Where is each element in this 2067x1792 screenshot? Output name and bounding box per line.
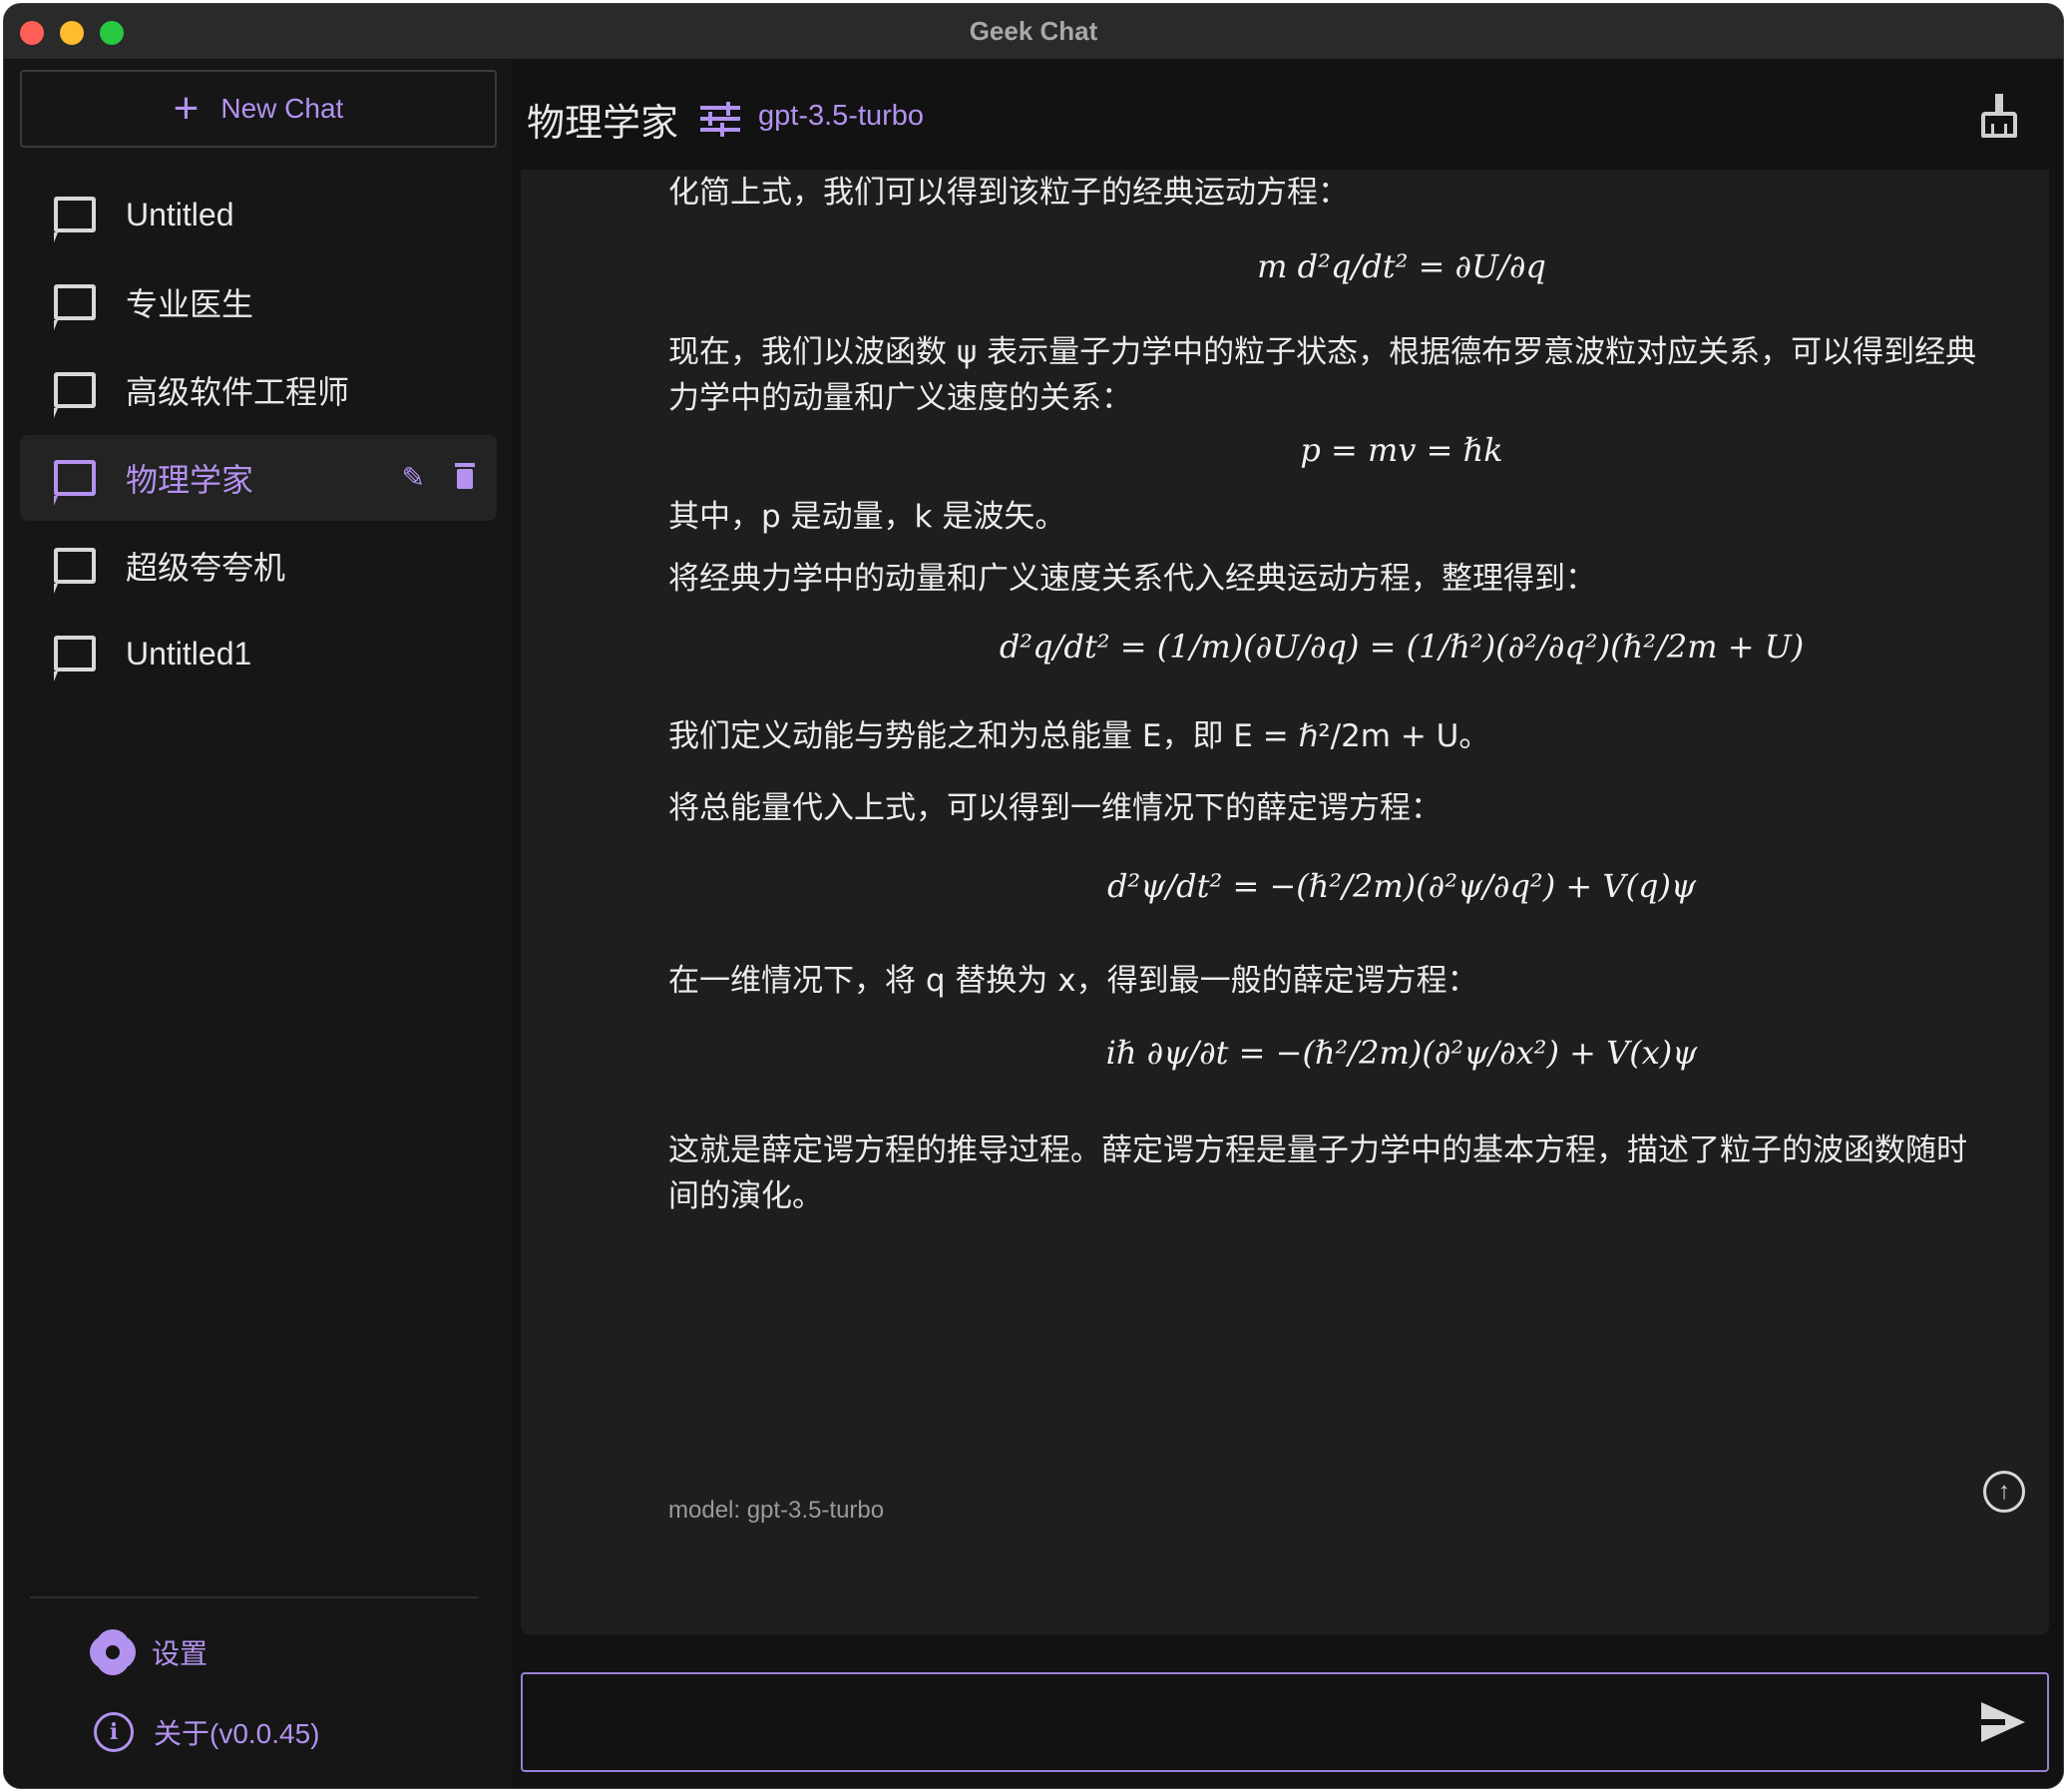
chat-item-label: Untitled	[126, 196, 234, 232]
plus-icon: +	[173, 84, 200, 133]
chat-bubble-icon	[54, 197, 96, 242]
about-label: 关于(v0.0.45)	[154, 1718, 320, 1749]
chat-item-label: Untitled1	[126, 635, 252, 672]
message-text: 其中，p 是动量，k 是波矢。	[668, 499, 1066, 535]
equation: m d²q/dt² = ∂U/∂q	[1257, 247, 1546, 285]
chat-item-untitled1[interactable]: Untitled1	[20, 611, 497, 696]
gear-icon	[94, 1633, 132, 1671]
message-text: 这就是薛定谔方程的推导过程。薛定谔方程是量子力学中的基本方程，描述了粒子的波函数…	[668, 1132, 1967, 1214]
about-button[interactable]: i 关于(v0.0.45)	[94, 1712, 320, 1752]
broom-icon[interactable]	[1979, 94, 2019, 140]
chat-item-label: 超级夸夸机	[126, 550, 286, 586]
settings-button[interactable]: 设置	[94, 1632, 207, 1672]
chat-bubble-icon	[54, 372, 96, 418]
message-text: 我们定义动能与势能之和为总能量 E，即 E = ℏ²/2m + U。	[668, 718, 1490, 754]
title-bar: Geek Chat	[4, 4, 2063, 60]
chat-item-doctor[interactable]: 专业医生	[20, 259, 497, 345]
app-window: Geek Chat + New Chat Untitled 专业医生 高级软件工…	[3, 3, 2064, 1789]
message-text: 现在，我们以波函数 ψ 表示量子力学中的粒子状态，根据德布罗意波粒对应关系，可以…	[668, 334, 1977, 416]
pencil-icon[interactable]: ✎	[402, 463, 425, 493]
chat-header: 物理学家 gpt-3.5-turbo	[513, 60, 2063, 170]
message-text: 化简上式，我们可以得到该粒子的经典运动方程：	[668, 175, 1349, 211]
window-title: Geek Chat	[969, 16, 1098, 46]
message-composer	[521, 1672, 2049, 1772]
send-icon[interactable]	[1981, 1702, 2025, 1742]
equation: d²q/dt² = (1/m)(∂U/∂q) = (1/ℏ²)(∂²/∂q²)(…	[999, 628, 1805, 666]
info-icon: i	[94, 1712, 134, 1752]
chat-bubble-icon	[54, 548, 96, 594]
sidebar-divider	[30, 1596, 479, 1598]
message-input[interactable]	[543, 1694, 1939, 1750]
message-text: 在一维情况下，将 q 替换为 x，得到最一般的薛定谔方程：	[668, 963, 1478, 999]
chat-item-physicist[interactable]: 物理学家 ✎	[20, 435, 497, 521]
message-text: 将总能量代入上式，可以得到一维情况下的薛定谔方程：	[668, 790, 1442, 826]
chat-item-label: 专业医生	[126, 286, 254, 322]
chat-list: Untitled 专业医生 高级软件工程师 物理学家 ✎ 超级夸夸机 Untit…	[20, 172, 497, 698]
sidebar: + New Chat Untitled 专业医生 高级软件工程师 物理学家 ✎	[4, 60, 513, 1788]
model-selector[interactable]: gpt-3.5-turbo	[758, 100, 924, 133]
trash-icon[interactable]	[455, 463, 475, 489]
main-panel: 物理学家 gpt-3.5-turbo 化简上式，我们可以得到该粒子的经典运动方程…	[513, 60, 2063, 1788]
chat-item-praise[interactable]: 超级夸夸机	[20, 523, 497, 609]
equation: iℏ ∂ψ/∂t = −(ℏ²/2m)(∂²ψ/∂x²) + V(x)ψ	[1105, 1034, 1698, 1072]
message-area[interactable]: 化简上式，我们可以得到该粒子的经典运动方程： m d²q/dt² = ∂U/∂q…	[521, 170, 2049, 1634]
arrow-up-circle-icon[interactable]: ↑	[1983, 1471, 2025, 1513]
sliders-icon[interactable]	[700, 102, 740, 137]
chat-item-engineer[interactable]: 高级软件工程师	[20, 347, 497, 433]
chat-title: 物理学家	[527, 103, 679, 145]
new-chat-button[interactable]: + New Chat	[20, 70, 497, 148]
equation: p = mv = ℏk	[1300, 431, 1503, 469]
chat-item-label: 高级软件工程师	[126, 374, 350, 410]
chat-item-actions: ✎	[402, 463, 475, 493]
message-text: 将经典力学中的动量和广义速度关系代入经典运动方程，整理得到：	[668, 561, 1596, 597]
chat-bubble-icon	[54, 636, 96, 681]
chat-bubble-icon	[54, 460, 96, 506]
equation: d²ψ/dt² = −(ℏ²/2m)(∂²ψ/∂q²) + V(q)ψ	[1106, 867, 1697, 905]
model-tag: model: gpt-3.5-turbo	[668, 1497, 885, 1524]
new-chat-label: New Chat	[220, 93, 344, 124]
chat-item-untitled[interactable]: Untitled	[20, 172, 497, 257]
settings-label: 设置	[152, 1638, 208, 1669]
chat-item-label: 物理学家	[126, 462, 254, 498]
chat-bubble-icon	[54, 284, 96, 330]
